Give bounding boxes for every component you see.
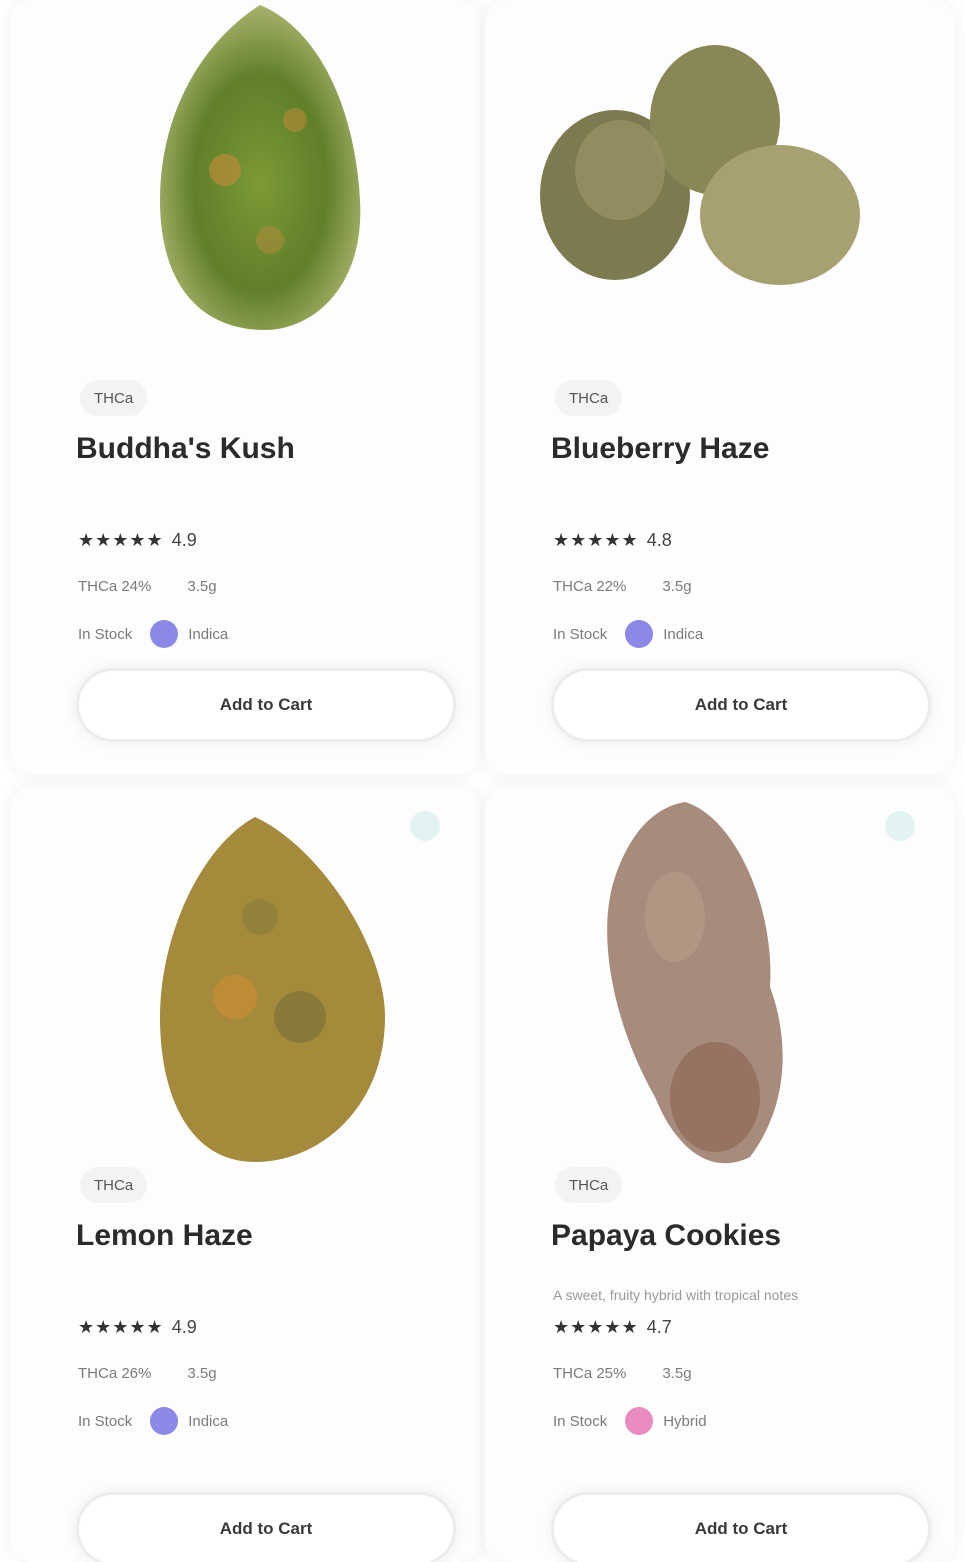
- category-chip: THCa: [555, 1167, 623, 1203]
- attributes-row: THCa 22% 3.5g: [553, 578, 692, 595]
- strain-type: Indica: [150, 1407, 228, 1435]
- strain-type-label: Indica: [663, 625, 704, 643]
- rating-row: ★★★★★ 4.9: [78, 530, 197, 551]
- product-card[interactable]: THCa Lemon Haze ★★★★★ 4.9 THCa 26% 3.5g …: [10, 787, 480, 1562]
- product-image[interactable]: [10, 807, 480, 1177]
- stock-status: In Stock: [78, 1412, 133, 1430]
- meta-row: In Stock Indica: [78, 620, 228, 648]
- category-chip: THCa: [555, 380, 623, 416]
- strain-type: Hybrid: [625, 1407, 707, 1435]
- meta-row: In Stock Indica: [553, 620, 703, 648]
- meta-row: In Stock Indica: [78, 1407, 228, 1435]
- rating-value: 4.9: [171, 530, 197, 550]
- rating-row: ★★★★★ 4.9: [78, 1317, 197, 1338]
- attributes-row: THCa 26% 3.5g: [78, 1365, 217, 1382]
- rating-value: 4.9: [171, 1317, 197, 1337]
- product-card[interactable]: THCa Buddha's Kush ★★★★★ 4.9 THCa 24% 3.…: [10, 0, 480, 775]
- add-to-cart-button[interactable]: Add to Cart: [76, 668, 456, 742]
- favorite-icon[interactable]: [885, 811, 915, 841]
- weight-label: 3.5g: [187, 1365, 217, 1382]
- add-to-cart-button[interactable]: Add to Cart: [76, 1492, 456, 1562]
- strain-type-icon: [150, 1407, 179, 1435]
- product-card[interactable]: THCa Blueberry Haze ★★★★★ 4.8 THCa 22% 3…: [485, 0, 955, 775]
- potency-label: THCa 24%: [78, 578, 152, 595]
- strain-type-label: Hybrid: [663, 1412, 707, 1430]
- product-image[interactable]: [10, 0, 480, 350]
- stock-status: In Stock: [553, 625, 608, 643]
- weight-label: 3.5g: [662, 1365, 692, 1382]
- potency-label: THCa 22%: [553, 578, 627, 595]
- product-card[interactable]: THCa Papaya Cookies A sweet, fruity hybr…: [485, 787, 955, 1562]
- weight-label: 3.5g: [187, 578, 217, 595]
- rating-row: ★★★★★ 4.8: [553, 530, 672, 551]
- weight-label: 3.5g: [662, 578, 692, 595]
- add-to-cart-button[interactable]: Add to Cart: [551, 1492, 931, 1562]
- strain-type-icon: [625, 1407, 654, 1435]
- favorite-icon[interactable]: [410, 811, 440, 841]
- meta-row: In Stock Hybrid: [553, 1407, 707, 1435]
- strain-type-label: Indica: [188, 1412, 229, 1430]
- category-chip: THCa: [80, 380, 148, 416]
- bud-image: [160, 5, 361, 330]
- strain-type: Indica: [625, 620, 703, 648]
- rating-value: 4.7: [646, 1317, 672, 1337]
- potency-label: THCa 26%: [78, 1365, 152, 1382]
- bud-image: [607, 802, 783, 1164]
- stock-status: In Stock: [78, 625, 133, 643]
- product-description: A sweet, fruity hybrid with tropical not…: [553, 1287, 799, 1303]
- rating-row: ★★★★★ 4.7: [553, 1317, 672, 1338]
- potency-label: THCa 25%: [553, 1365, 627, 1382]
- strain-type-icon: [625, 620, 654, 648]
- product-name[interactable]: Blueberry Haze: [551, 432, 769, 466]
- bud-image: [540, 45, 860, 285]
- bud-image: [160, 817, 385, 1162]
- product-image[interactable]: [485, 797, 955, 1177]
- product-grid: THCa Buddha's Kush ★★★★★ 4.9 THCa 24% 3.…: [10, 0, 955, 1562]
- star-rating: ★★★★★: [553, 1317, 639, 1337]
- add-to-cart-button[interactable]: Add to Cart: [551, 668, 931, 742]
- strain-type-label: Indica: [188, 625, 229, 643]
- star-rating: ★★★★★: [553, 530, 639, 550]
- star-rating: ★★★★★: [78, 530, 164, 550]
- strain-type: Indica: [150, 620, 228, 648]
- product-name[interactable]: Buddha's Kush: [76, 432, 295, 466]
- attributes-row: THCa 25% 3.5g: [553, 1365, 692, 1382]
- rating-value: 4.8: [646, 530, 672, 550]
- stock-status: In Stock: [553, 1412, 608, 1430]
- product-name[interactable]: Papaya Cookies: [551, 1219, 781, 1253]
- strain-type-icon: [150, 620, 179, 648]
- star-rating: ★★★★★: [78, 1317, 164, 1337]
- category-chip: THCa: [80, 1167, 148, 1203]
- attributes-row: THCa 24% 3.5g: [78, 578, 217, 595]
- product-image[interactable]: [485, 0, 955, 350]
- product-name[interactable]: Lemon Haze: [76, 1219, 253, 1253]
